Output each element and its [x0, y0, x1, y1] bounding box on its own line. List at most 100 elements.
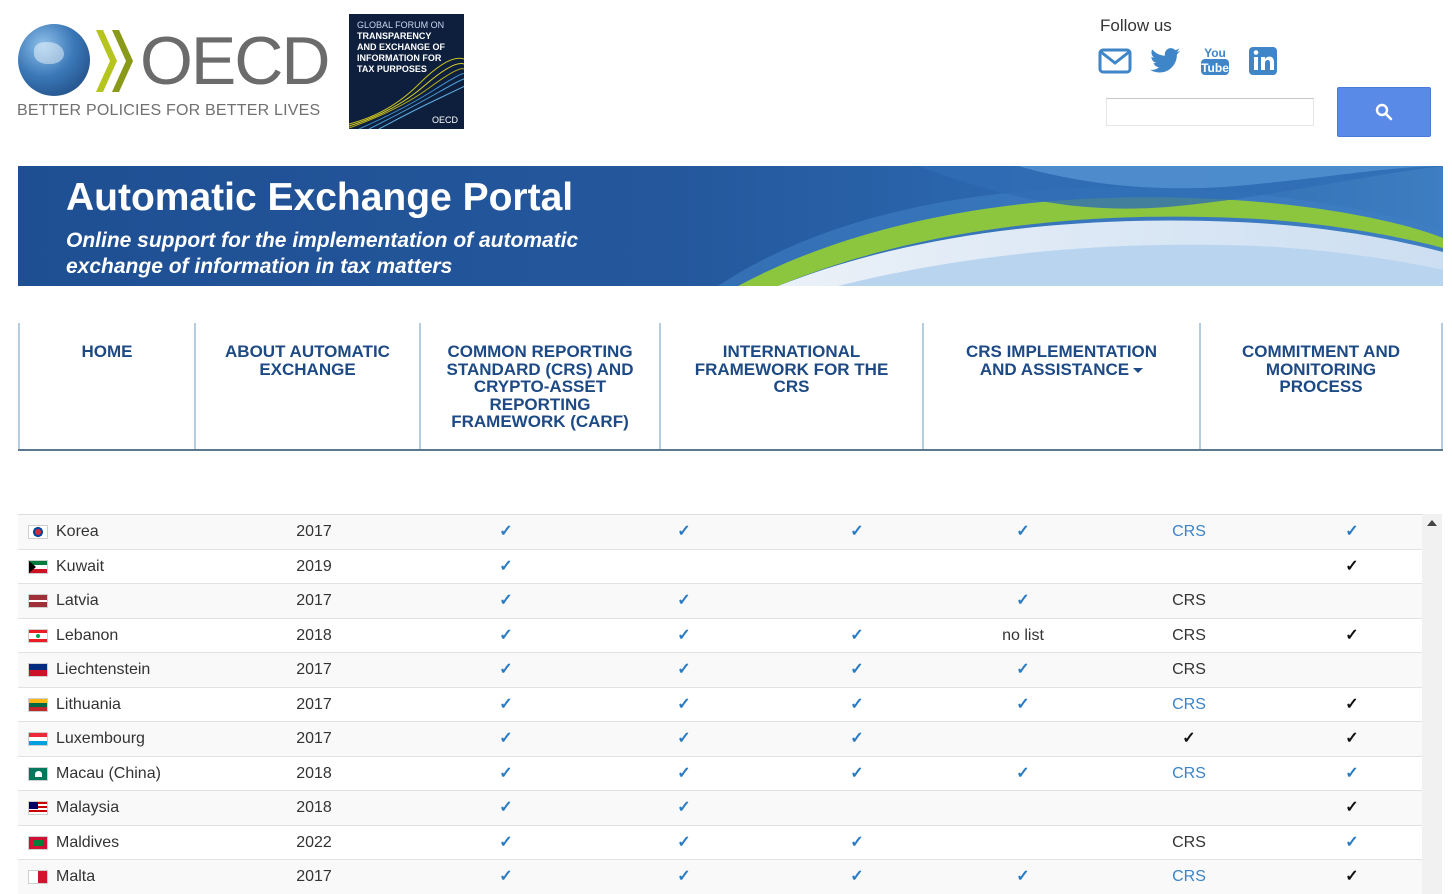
col-3-cell: ✓	[850, 661, 864, 678]
flag-cell	[28, 688, 48, 722]
col-6-cell: ✓	[1345, 833, 1359, 851]
table-row: Latvia 2017 ✓ ✓ ✓ CRS	[18, 584, 1422, 619]
col-1-cell: ✓	[499, 799, 513, 816]
flag-lithuania-icon	[28, 697, 48, 712]
col-2-cell: ✓	[677, 764, 691, 782]
table-row: Luxembourg 2017 ✓ ✓ ✓ ✓ ✓	[18, 722, 1422, 757]
nav-item-about[interactable]: ABOUT AUTOMATIC EXCHANGE	[194, 323, 419, 449]
col-6-cell: ✓	[1345, 799, 1359, 816]
crs-link[interactable]: CRS	[1149, 515, 1229, 549]
chevrons-icon	[96, 30, 133, 92]
logo-wordmark: OECD	[140, 23, 330, 99]
country-name: Maldives	[56, 833, 120, 851]
oecd-logo[interactable]: OECD BETTER POLICIES FOR BETTER LIVES	[16, 20, 330, 125]
scroll-up-icon[interactable]	[1427, 520, 1437, 526]
country-name: Malta	[56, 868, 96, 885]
col-3-cell	[817, 584, 897, 618]
gf-line: TRANSPARENCY	[357, 31, 432, 41]
twitter-icon[interactable]	[1149, 44, 1183, 78]
search-input[interactable]	[1106, 98, 1314, 126]
col-3-cell: ✓	[850, 695, 864, 713]
col-1-cell: ✓	[499, 764, 513, 782]
flag-maldives-icon	[28, 835, 48, 850]
year-cell: 2022	[296, 833, 332, 851]
col-6-cell: ✓	[1345, 868, 1359, 885]
chevron-down-icon	[1133, 367, 1144, 373]
search-icon	[1375, 103, 1393, 121]
country-name: Latvia	[56, 592, 99, 609]
col-2-cell	[644, 550, 724, 584]
col-1-cell: ✓	[499, 730, 513, 747]
crs-link[interactable]: CRS	[1149, 688, 1229, 722]
col-1-cell: ✓	[499, 661, 513, 678]
table-row: Malaysia 2018 ✓ ✓ ✓	[18, 791, 1422, 826]
nav-item-commitment[interactable]: COMMITMENT AND MONITORING PROCESS	[1199, 323, 1443, 449]
year-cell: 2018	[296, 626, 332, 644]
youtube-icon[interactable]: You Tube	[1198, 44, 1232, 78]
portal-banner: Automatic Exchange Portal Online support…	[18, 166, 1443, 286]
col-3-cell: ✓	[850, 833, 864, 851]
table-row: Lebanon 2018 ✓ ✓ ✓ no list CRS ✓	[18, 619, 1422, 653]
flag-malaysia-icon	[28, 801, 48, 815]
year-cell: 2019	[296, 557, 332, 575]
mail-icon[interactable]	[1098, 44, 1132, 78]
crs-link[interactable]: CRS	[1149, 757, 1229, 791]
global-forum-logo[interactable]: GLOBAL FORUM ON TRANSPARENCY AND EXCHANG…	[349, 14, 464, 129]
col-4-cell	[983, 791, 1063, 825]
col-6-cell: ✓	[1345, 523, 1359, 540]
flag-cell	[28, 757, 48, 791]
country-name: Macau (China)	[56, 764, 161, 782]
flag-cell	[28, 653, 48, 687]
banner-title: Automatic Exchange Portal	[66, 176, 574, 219]
col-6-cell	[1312, 653, 1392, 687]
year-cell: 2017	[296, 592, 332, 609]
nav-item-label: COMMON REPORTING STANDARD (CRS) AND CRYP…	[446, 342, 634, 431]
col-6-cell	[1312, 584, 1392, 618]
col-3-cell: ✓	[850, 523, 864, 540]
gf-oecd-mark: OECD	[431, 115, 458, 125]
country-name: Luxembourg	[56, 730, 145, 747]
flag-korea-icon	[28, 525, 48, 539]
nav-item-international-framework[interactable]: INTERNATIONAL FRAMEWORK FOR THE CRS	[659, 323, 922, 449]
col-4-cell: ✓	[1016, 868, 1030, 885]
col-3-cell: ✓	[850, 868, 864, 885]
col-1-cell: ✓	[499, 868, 513, 885]
col-3-cell: ✓	[850, 626, 864, 644]
table-scrollbar[interactable]	[1422, 514, 1442, 894]
col-2-cell: ✓	[677, 833, 691, 851]
col-4-cell: ✓	[1016, 661, 1030, 678]
flag-cell	[28, 791, 48, 825]
col-1-cell: ✓	[499, 833, 513, 851]
col-1-cell: ✓	[499, 695, 513, 713]
follow-us-label: Follow us	[1100, 16, 1172, 35]
main-nav: HOME ABOUT AUTOMATIC EXCHANGE COMMON REP…	[18, 323, 1443, 451]
col-6-cell: ✓	[1345, 626, 1359, 644]
table-row: Maldives 2022 ✓ ✓ ✓ CRS ✓	[18, 826, 1422, 860]
flag-cell	[28, 619, 48, 653]
col-3-cell	[817, 791, 897, 825]
country-name: Liechtenstein	[56, 661, 151, 678]
crs-link[interactable]: CRS	[1149, 860, 1229, 894]
flag-cell	[28, 584, 48, 618]
col-6-cell: ✓	[1345, 695, 1359, 713]
col-2-cell: ✓	[677, 661, 691, 678]
col-4-cell: ✓	[1016, 764, 1030, 782]
nav-item-label: COMMITMENT AND MONITORING PROCESS	[1241, 342, 1400, 396]
col-6-cell: ✓	[1345, 557, 1359, 575]
linkedin-icon[interactable]	[1246, 44, 1280, 78]
col-4-cell: ✓	[1016, 695, 1030, 713]
col-2-cell: ✓	[677, 868, 691, 885]
nav-item-crs-carf[interactable]: COMMON REPORTING STANDARD (CRS) AND CRYP…	[419, 323, 659, 449]
nav-item-home[interactable]: HOME	[18, 323, 194, 449]
nav-item-label: INTERNATIONAL FRAMEWORK FOR THE CRS	[694, 342, 889, 396]
col-5-cell: CRS	[1172, 626, 1206, 644]
search-button[interactable]	[1337, 87, 1431, 137]
table-row: Macau (China) 2018 ✓ ✓ ✓ ✓ CRS ✓	[18, 757, 1422, 791]
col-3-cell: ✓	[850, 764, 864, 782]
col-4-cell: ✓	[1016, 523, 1030, 540]
table-row: Malta 2017 ✓ ✓ ✓ ✓ CRS ✓	[18, 860, 1422, 894]
country-name: Lithuania	[56, 695, 121, 713]
col-1-cell: ✓	[499, 523, 513, 540]
table-row: Kuwait 2019 ✓ ✓	[18, 550, 1422, 584]
nav-item-crs-implementation[interactable]: CRS IMPLEMENTATION AND ASSISTANCE	[922, 323, 1199, 449]
